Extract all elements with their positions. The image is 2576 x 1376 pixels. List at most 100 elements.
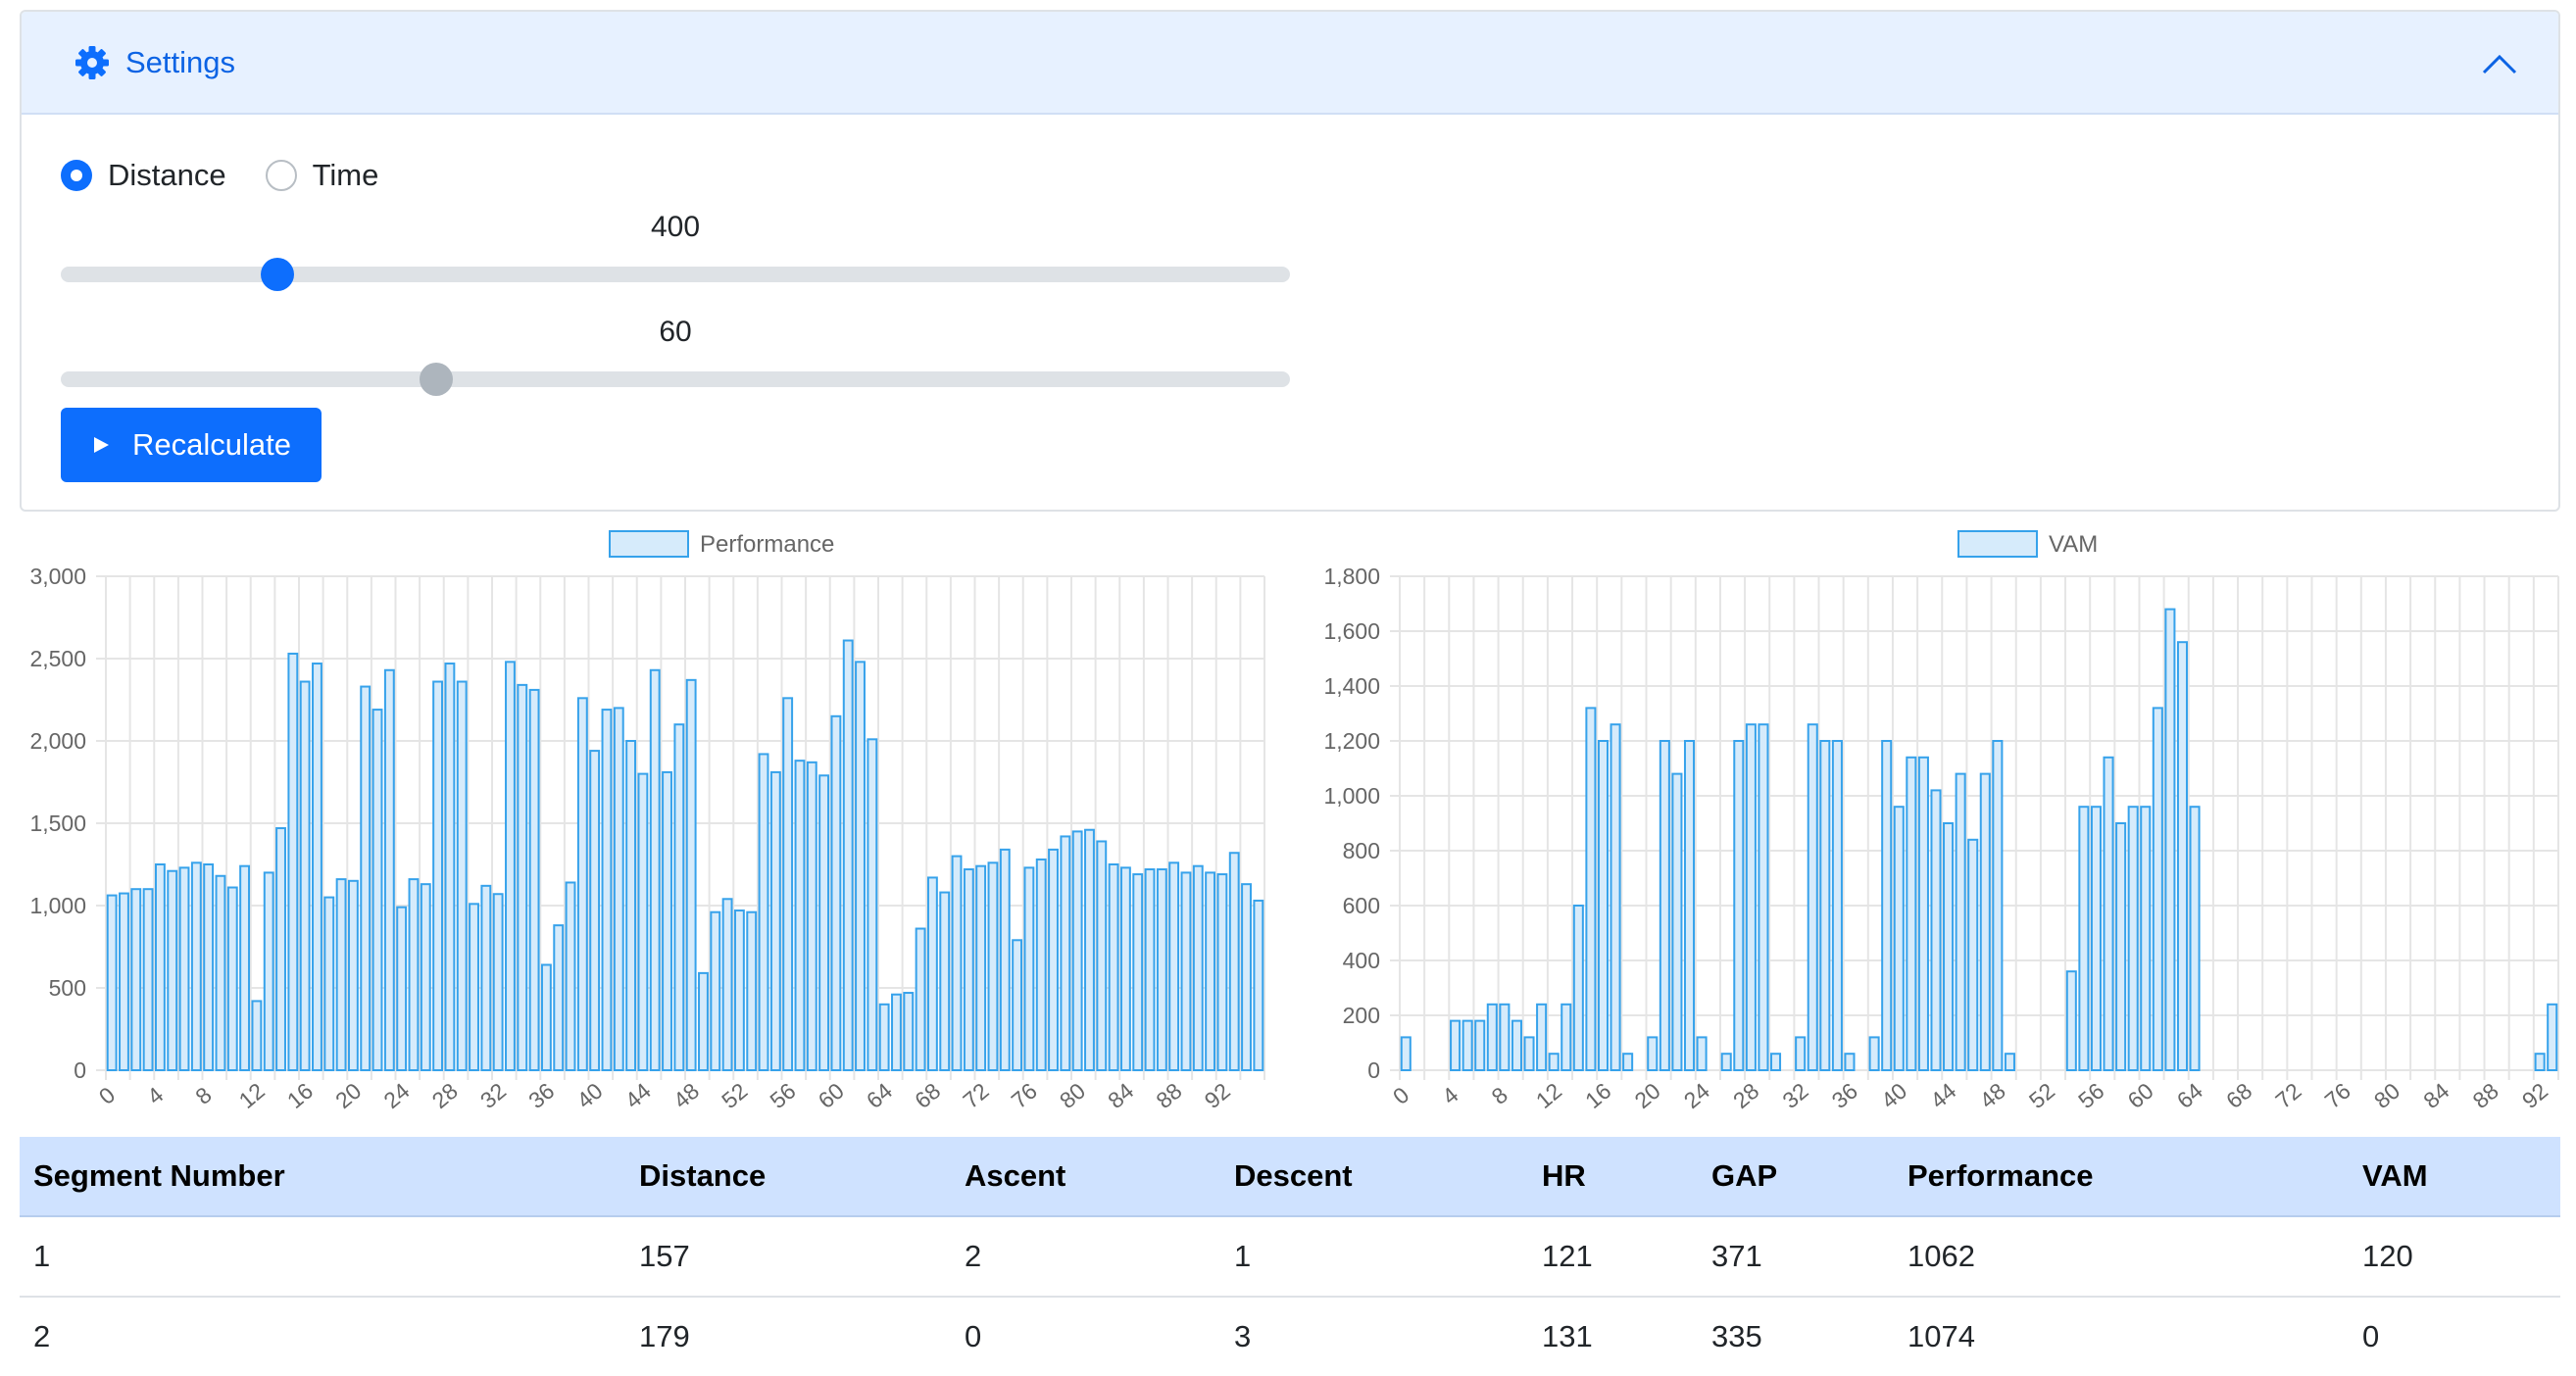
vam-bar[interactable] (1745, 723, 1757, 1071)
performance-bar[interactable] (999, 848, 1011, 1071)
performance-bar[interactable] (951, 855, 963, 1071)
vam-bar[interactable] (2078, 806, 2090, 1071)
performance-bar[interactable] (987, 861, 999, 1071)
distance-slider-thumb[interactable] (260, 258, 294, 291)
performance-bar[interactable] (673, 723, 685, 1071)
vam-bar[interactable] (1536, 1003, 1548, 1071)
performance-bar[interactable] (1096, 840, 1108, 1072)
performance-bar[interactable] (1132, 873, 1144, 1071)
performance-bar[interactable] (867, 738, 878, 1071)
performance-bar[interactable] (323, 896, 335, 1071)
vam-bar[interactable] (1560, 1003, 1572, 1071)
performance-bar[interactable] (528, 688, 540, 1071)
column-header[interactable]: Distance (639, 1137, 766, 1215)
vam-bar[interactable] (2189, 806, 2201, 1071)
vam-bar[interactable] (1486, 1003, 1498, 1071)
performance-bar[interactable] (1192, 864, 1204, 1071)
vam-bar[interactable] (2152, 707, 2163, 1071)
performance-bar[interactable] (903, 992, 915, 1072)
performance-bar[interactable] (456, 680, 468, 1072)
performance-bar[interactable] (1119, 866, 1131, 1071)
vam-bar[interactable] (2164, 608, 2176, 1071)
performance-bar[interactable] (239, 864, 251, 1071)
vam-bar[interactable] (1622, 1053, 1634, 1072)
vam-bar[interactable] (1523, 1036, 1535, 1072)
performance-bar[interactable] (287, 652, 299, 1072)
vam-bar[interactable] (1572, 905, 1584, 1071)
column-header[interactable]: GAP (1711, 1137, 1777, 1215)
vam-bar[interactable] (2103, 756, 2114, 1072)
vam-bar[interactable] (1511, 1019, 1522, 1072)
performance-bar[interactable] (565, 881, 576, 1072)
performance-bar[interactable] (710, 910, 721, 1071)
vam-bar[interactable] (2065, 970, 2077, 1072)
vam-bar[interactable] (1819, 740, 1831, 1071)
radio-distance-label[interactable]: Distance (108, 158, 226, 193)
performance-bar[interactable] (492, 893, 504, 1071)
window-slider-thumb[interactable] (420, 363, 453, 396)
performance-bar[interactable] (685, 678, 697, 1071)
vam-bar[interactable] (1647, 1036, 1659, 1072)
performance-bar[interactable] (721, 898, 733, 1071)
vam-legend-swatch[interactable] (1957, 530, 2038, 558)
performance-bar[interactable] (360, 685, 372, 1071)
vam-bar[interactable] (1659, 740, 1670, 1071)
performance-bar[interactable] (613, 707, 624, 1071)
vam-bar[interactable] (1992, 740, 2004, 1071)
vam-bar[interactable] (1474, 1019, 1486, 1072)
performance-bar[interactable] (1084, 828, 1095, 1071)
vam-bar[interactable] (2115, 822, 2127, 1071)
vam-bar[interactable] (1881, 740, 1893, 1071)
performance-bar[interactable] (1035, 858, 1047, 1071)
performance-bar[interactable] (1023, 866, 1035, 1071)
performance-bar[interactable] (746, 910, 758, 1071)
performance-bar[interactable] (576, 697, 588, 1071)
vam-bar[interactable] (1461, 1019, 1473, 1072)
vam-bar[interactable] (1831, 740, 1843, 1071)
vam-bar[interactable] (1548, 1053, 1560, 1072)
vam-bar[interactable] (2176, 641, 2189, 1071)
performance-bar[interactable] (372, 709, 383, 1072)
performance-bar[interactable] (540, 963, 552, 1072)
performance-bar[interactable] (939, 891, 951, 1071)
performance-bar[interactable] (142, 888, 154, 1072)
vam-bar[interactable] (1917, 756, 1929, 1072)
performance-bar[interactable] (625, 740, 637, 1071)
performance-bar[interactable] (782, 697, 794, 1071)
vam-bar[interactable] (1400, 1036, 1412, 1072)
vam-bar[interactable] (1906, 756, 1917, 1072)
performance-bar[interactable] (1228, 852, 1240, 1071)
performance-bar[interactable] (733, 909, 745, 1072)
vam-bar[interactable] (1683, 740, 1696, 1071)
vam-bar[interactable] (1610, 723, 1621, 1071)
vam-bar[interactable] (1795, 1036, 1807, 1072)
performance-bar[interactable] (226, 886, 238, 1071)
distance-slider[interactable] (61, 258, 1290, 291)
vam-bar[interactable] (1967, 838, 1979, 1071)
performance-bar[interactable] (347, 879, 359, 1071)
vam-bar[interactable] (1844, 1053, 1856, 1072)
performance-bar[interactable] (517, 683, 528, 1071)
vam-bar[interactable] (1893, 806, 1905, 1071)
performance-bar[interactable] (432, 680, 444, 1072)
performance-bar[interactable] (891, 993, 902, 1071)
window-slider[interactable] (61, 363, 1290, 396)
performance-bar[interactable] (769, 770, 781, 1071)
performance-bar[interactable] (408, 878, 420, 1071)
performance-legend-label[interactable]: Performance (700, 531, 834, 558)
performance-bar[interactable] (915, 927, 926, 1071)
vam-bar[interactable] (1585, 707, 1597, 1071)
column-header[interactable]: Descent (1234, 1137, 1353, 1215)
performance-bar[interactable] (154, 863, 166, 1071)
performance-bar[interactable] (830, 714, 842, 1072)
column-header[interactable]: Ascent (965, 1137, 1065, 1215)
vam-bar[interactable] (1955, 772, 1966, 1071)
vam-bar[interactable] (2534, 1053, 2546, 1072)
vam-bar[interactable] (1758, 723, 1769, 1071)
settings-accordion-header[interactable]: Settings (22, 12, 2558, 115)
performance-bar[interactable] (299, 680, 311, 1072)
performance-bar[interactable] (505, 661, 516, 1072)
column-header[interactable]: HR (1542, 1137, 1586, 1215)
vam-legend-label[interactable]: VAM (2049, 531, 2098, 558)
performance-bar[interactable] (203, 863, 215, 1071)
